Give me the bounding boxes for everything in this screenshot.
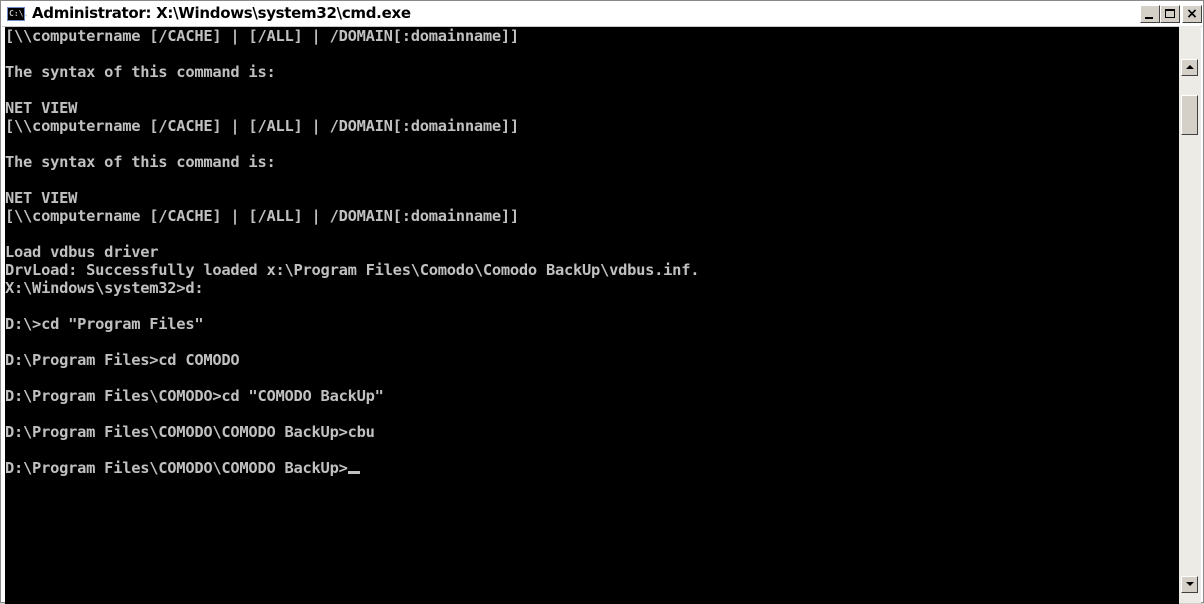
console-line: D:\Program Files\COMODO>cd "COMODO BackU…	[5, 387, 384, 405]
console-output[interactable]: [\\computername [/CACHE] | [/ALL] | /DOM…	[5, 27, 1179, 604]
cmd-window: C:\. Administrator: X:\Windows\system32\…	[0, 0, 1204, 604]
console-line: D:\Program Files\COMODO\COMODO BackUp>	[5, 459, 1179, 477]
console-line: Load vdbus driver	[5, 243, 159, 261]
console-line: NET VIEW	[5, 189, 78, 207]
console-line: The syntax of this command is:	[5, 63, 276, 81]
console-line: [\\computername [/CACHE] | [/ALL] | /DOM…	[5, 207, 519, 225]
console-line: D:\Program Files>cd COMODO	[5, 351, 240, 369]
scrollbar-thumb[interactable]	[1181, 95, 1198, 135]
text-cursor	[347, 471, 360, 474]
minimize-icon	[1145, 17, 1153, 19]
scroll-up-arrow-icon	[1186, 65, 1194, 69]
console-line: X:\Windows\system32>d:	[5, 279, 204, 297]
close-icon: ×	[1186, 6, 1198, 22]
minimize-button[interactable]	[1140, 5, 1160, 23]
window-controls: ×	[1140, 5, 1202, 23]
console-line: [\\computername [/CACHE] | [/ALL] | /DOM…	[5, 27, 519, 45]
console-line: NET VIEW	[5, 99, 78, 117]
scroll-down-button[interactable]	[1181, 576, 1198, 593]
scrollbar-gutter-top	[1179, 26, 1201, 57]
close-button[interactable]: ×	[1182, 5, 1202, 23]
scroll-up-button[interactable]	[1181, 59, 1198, 76]
console-line: D:\>cd "Program Files"	[5, 315, 204, 333]
maximize-icon	[1165, 9, 1175, 18]
cmd-icon-text: C:\.	[9, 9, 29, 18]
console-line: D:\Program Files\COMODO\COMODO BackUp>cb…	[5, 423, 375, 441]
console-lines: [\\computername [/CACHE] | [/ALL] | /DOM…	[5, 27, 1179, 477]
scrollbar-track[interactable]	[1181, 76, 1198, 576]
console-line: [\\computername [/CACHE] | [/ALL] | /DOM…	[5, 117, 519, 135]
scroll-down-arrow-icon	[1186, 582, 1194, 586]
console-line: DrvLoad: Successfully loaded x:\Program …	[5, 261, 700, 279]
maximize-button[interactable]	[1160, 5, 1180, 23]
window-title: Administrator: X:\Windows\system32\cmd.e…	[32, 4, 411, 22]
title-bar[interactable]: C:\. Administrator: X:\Windows\system32\…	[2, 2, 1202, 27]
cmd-icon[interactable]: C:\.	[7, 7, 29, 21]
console-line: The syntax of this command is:	[5, 153, 276, 171]
